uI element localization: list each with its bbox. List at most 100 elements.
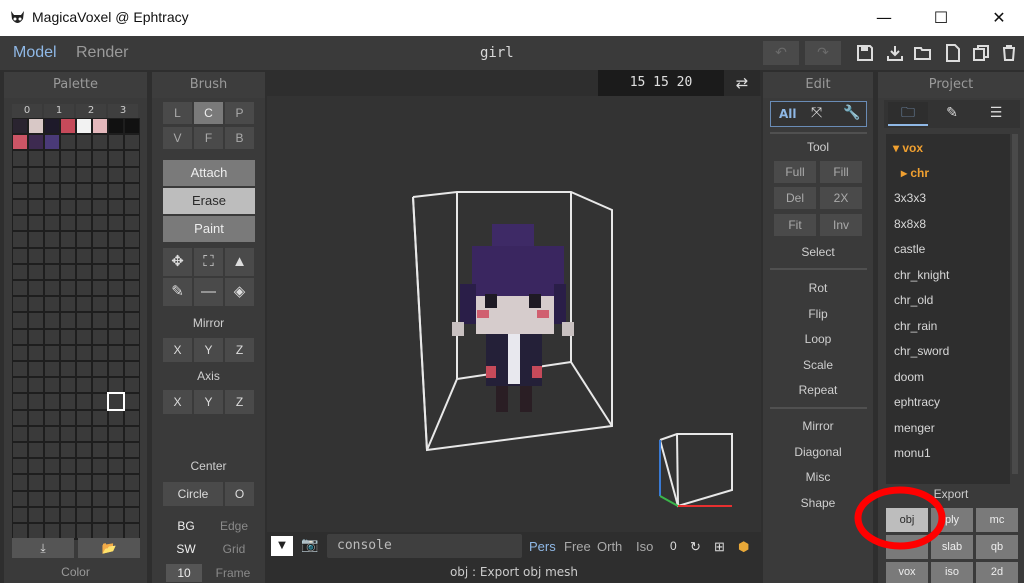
erase-button[interactable]: Erase (163, 188, 255, 214)
palette-swatch[interactable] (13, 281, 27, 296)
palette-swatch[interactable] (93, 507, 107, 522)
palette-swatch[interactable] (77, 491, 91, 506)
palette-swatch[interactable] (29, 329, 43, 344)
bg-label[interactable]: BG (170, 519, 202, 533)
palette-open-icon[interactable]: 📂 (78, 538, 140, 558)
export-mc-button[interactable]: mc (976, 508, 1018, 532)
palette-swatch[interactable] (93, 362, 107, 377)
palette-swatch[interactable] (125, 426, 139, 441)
palette-swatch[interactable] (29, 135, 43, 150)
palette-swatch[interactable] (45, 297, 59, 312)
palette-swatch[interactable] (61, 443, 75, 458)
palette-swatch[interactable] (29, 459, 43, 474)
expand-icon[interactable]: ⤧ (811, 105, 822, 121)
palette-swatch[interactable] (109, 135, 123, 150)
tool-del[interactable]: Del (774, 187, 816, 209)
palette-swatch[interactable] (13, 232, 27, 247)
pointer-icon[interactable]: ▲ (225, 248, 254, 276)
palette-swatch[interactable] (77, 443, 91, 458)
palette-swatch[interactable] (45, 459, 59, 474)
palette-swatch[interactable] (125, 232, 139, 247)
palette-swatch[interactable] (77, 167, 91, 182)
palette-swatch[interactable] (45, 507, 59, 522)
palette-swatch[interactable] (13, 119, 27, 134)
palette-swatch[interactable] (125, 216, 139, 231)
palette-swatch[interactable] (125, 167, 139, 182)
palette-swatch[interactable] (125, 264, 139, 279)
palette-swatch[interactable] (61, 119, 75, 134)
op-loop[interactable]: Loop (763, 332, 873, 346)
list-item[interactable]: chr_sword (894, 344, 949, 358)
palette-swatch[interactable] (61, 524, 75, 539)
palette-swatch[interactable] (61, 151, 75, 166)
palette-swatch[interactable] (29, 524, 43, 539)
palette-swatch[interactable] (125, 491, 139, 506)
palette-swatch[interactable] (125, 119, 139, 134)
palette-swatch[interactable] (93, 426, 107, 441)
view-pers[interactable]: Pers (529, 539, 556, 554)
palette-swatch[interactable] (61, 200, 75, 215)
copy-icon[interactable] (972, 44, 990, 62)
palette-swatch[interactable] (107, 392, 125, 411)
palette-swatch[interactable] (13, 475, 27, 490)
palette-swatch[interactable] (13, 410, 27, 425)
sw-label[interactable]: SW (170, 542, 202, 556)
palette-swatch[interactable] (45, 378, 59, 393)
picker-icon[interactable]: ✎ (163, 278, 192, 306)
palette-swatch[interactable] (125, 394, 139, 409)
palette-swatch[interactable] (109, 362, 123, 377)
palette-tab-3[interactable]: 3 (108, 104, 138, 118)
palette-swatch[interactable] (61, 378, 75, 393)
palette-swatch[interactable] (109, 200, 123, 215)
palette-swatch[interactable] (125, 362, 139, 377)
camera-icon[interactable]: 📷 (300, 537, 320, 555)
palette-swatch[interactable] (109, 264, 123, 279)
palette-swatch[interactable] (125, 410, 139, 425)
palette-swatch[interactable] (109, 232, 123, 247)
export-qb-button[interactable]: qb (976, 535, 1018, 559)
palette-swatch[interactable] (13, 264, 27, 279)
palette-swatch[interactable] (77, 297, 91, 312)
palette-swatch[interactable] (77, 459, 91, 474)
palette-swatch[interactable] (29, 216, 43, 231)
palette-swatch[interactable] (13, 394, 27, 409)
palette-swatch[interactable] (125, 475, 139, 490)
palette-swatch[interactable] (29, 362, 43, 377)
palette-swatch[interactable] (45, 183, 59, 198)
palette-swatch[interactable] (29, 264, 43, 279)
palette-swatch[interactable] (109, 119, 123, 134)
palette-swatch[interactable] (125, 281, 139, 296)
axis-y[interactable]: Y (194, 390, 223, 414)
palette-swatch[interactable] (125, 329, 139, 344)
palette-swatch[interactable] (109, 378, 123, 393)
tab-model[interactable]: Model (13, 44, 57, 62)
op-mirror[interactable]: Mirror (763, 419, 873, 433)
bucket-icon[interactable]: ◈ (225, 278, 254, 306)
op-rot[interactable]: Rot (763, 281, 873, 295)
palette-swatch[interactable] (45, 232, 59, 247)
palette-swatch[interactable] (93, 183, 107, 198)
save-icon[interactable] (856, 44, 874, 62)
palette-tab-1[interactable]: 1 (44, 104, 74, 118)
palette-swatch[interactable] (29, 507, 43, 522)
palette-swatch[interactable] (93, 329, 107, 344)
tool-full[interactable]: Full (774, 161, 816, 183)
list-item[interactable]: 8x8x8 (894, 217, 926, 231)
palette-swatch[interactable] (13, 151, 27, 166)
palette-swatch[interactable] (109, 443, 123, 458)
palette-swatch[interactable] (93, 200, 107, 215)
redo-button[interactable]: ↷ (805, 41, 841, 65)
palette-swatch[interactable] (13, 378, 27, 393)
palette-swatch[interactable] (61, 362, 75, 377)
palette-swatch[interactable] (125, 443, 139, 458)
axis-z[interactable]: Z (225, 390, 254, 414)
palette-swatch[interactable] (77, 151, 91, 166)
palette-swatch[interactable] (29, 281, 43, 296)
palette-swatch[interactable] (13, 491, 27, 506)
list-item[interactable]: chr_old (894, 293, 933, 307)
list-tab-icon[interactable]: ☰ (976, 102, 1016, 126)
palette-swatch[interactable] (125, 151, 139, 166)
palette-swatch[interactable] (13, 183, 27, 198)
palette-swatch[interactable] (61, 426, 75, 441)
palette-swatch[interactable] (109, 491, 123, 506)
